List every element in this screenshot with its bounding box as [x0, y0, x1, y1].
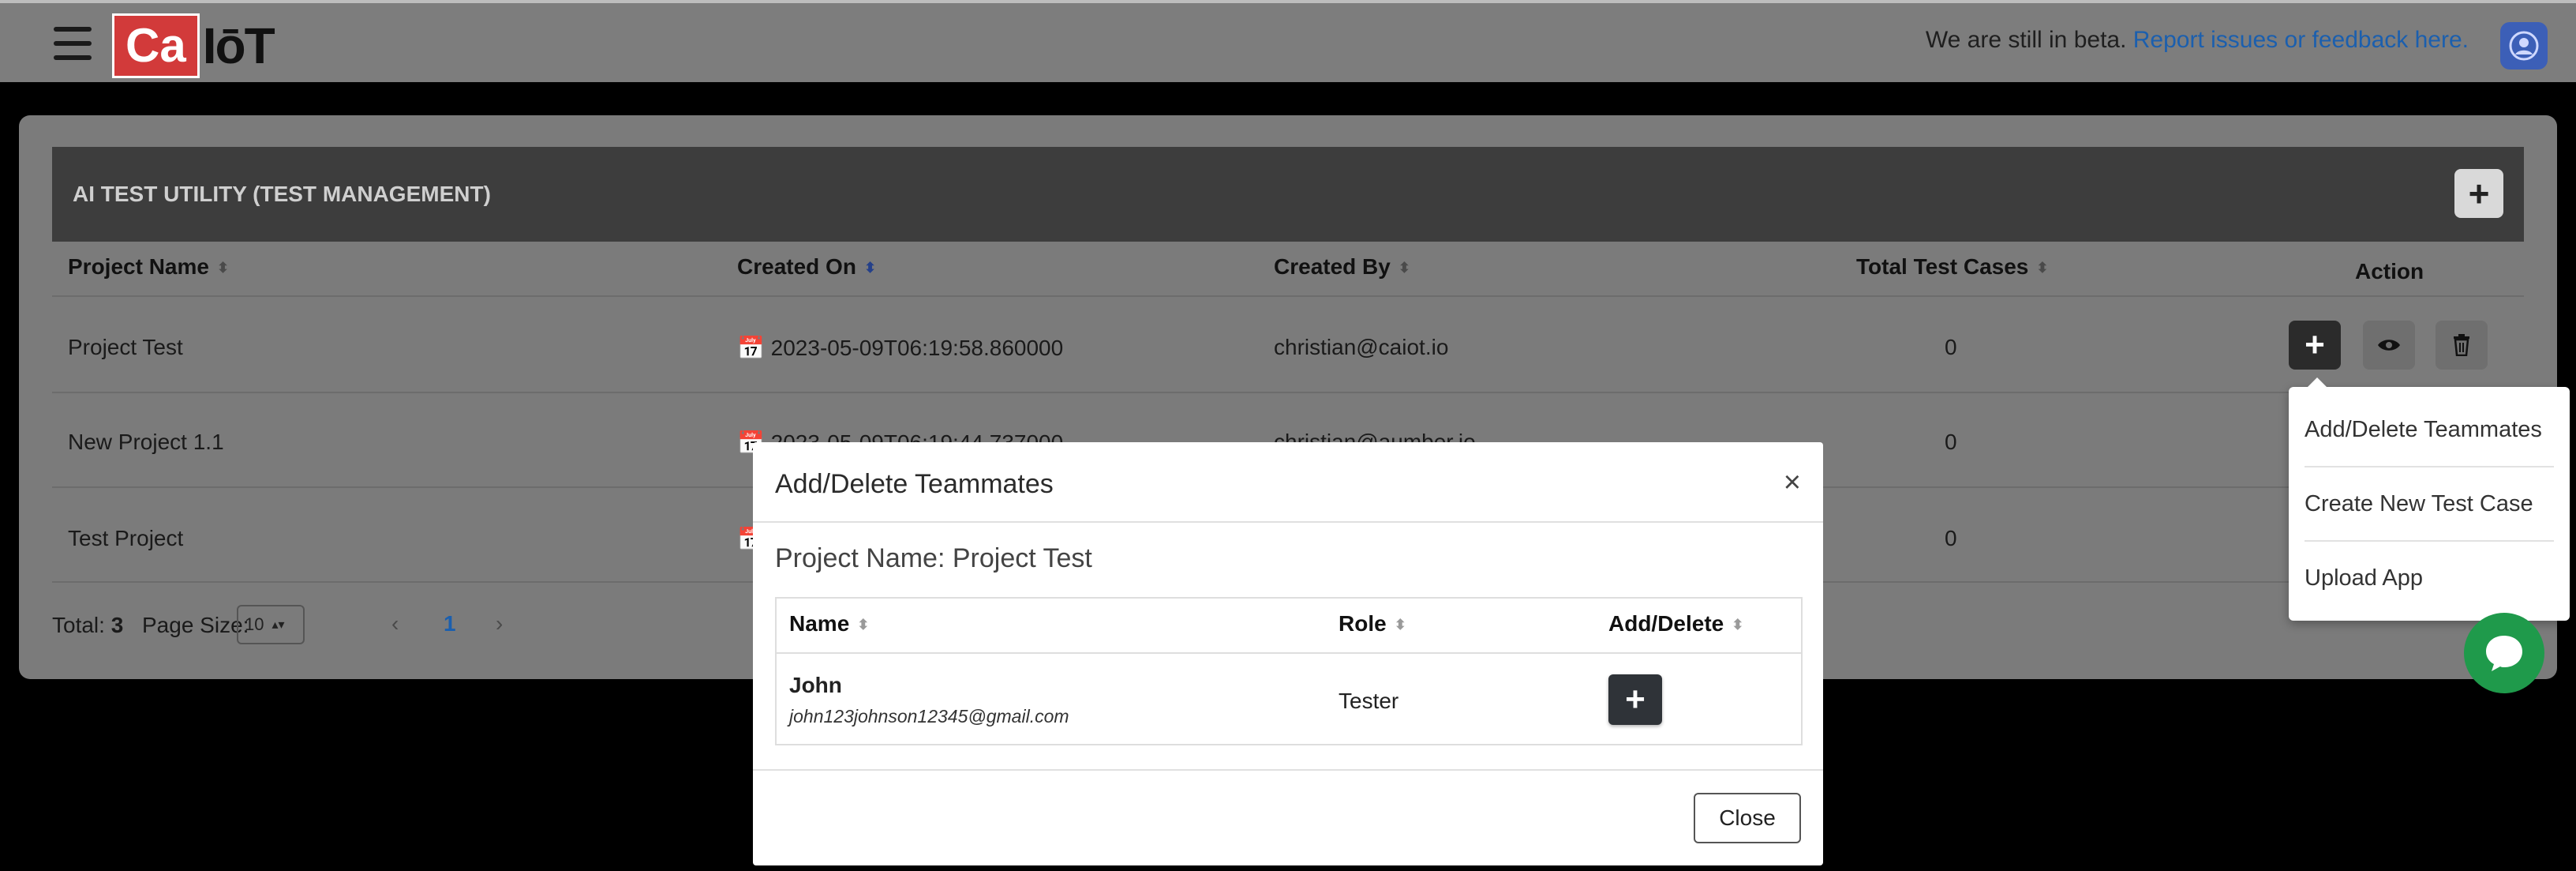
row-total-test-cases: 0	[1945, 526, 1957, 550]
hamburger-menu-icon[interactable]	[54, 27, 92, 62]
teammate-name: John	[789, 673, 842, 697]
column-header-project-name[interactable]: Project Name ⬍	[68, 254, 229, 280]
column-header-role[interactable]: Role ⬍	[1339, 611, 1406, 636]
total-label: Total:	[52, 613, 105, 637]
add-project-button[interactable]: +	[2454, 169, 2503, 218]
logo-ca-text: Ca	[112, 13, 200, 78]
calendar-icon: 📅	[737, 336, 765, 360]
beta-notice: We are still in beta. Report issues or f…	[1926, 27, 2469, 54]
row-project-name: Test Project	[68, 526, 184, 550]
column-label: Role	[1339, 611, 1387, 636]
column-label: Total Test Cases	[1856, 254, 2029, 279]
menu-divider	[2305, 466, 2554, 467]
top-header: Ca IōT We are still in beta. Report issu…	[0, 0, 2576, 82]
total-value: 3	[110, 613, 124, 637]
teammate-email: john123johnson12345@gmail.com	[789, 706, 1069, 726]
page-size-label: Page Size:	[142, 613, 249, 637]
column-header-created-on[interactable]: Created On ⬍	[737, 254, 876, 280]
row-project-name: Project Test	[68, 335, 183, 359]
sort-icon: ⬍	[1394, 617, 1406, 633]
row-total-test-cases: 0	[1945, 335, 1957, 359]
sort-icon: ⬍	[857, 617, 870, 633]
table-divider	[775, 652, 1803, 654]
view-eye-icon[interactable]	[2363, 321, 2415, 370]
row-divider	[52, 392, 2524, 393]
total-count: Total: 3	[52, 613, 123, 638]
user-avatar-icon[interactable]	[2500, 22, 2548, 69]
menu-item-create-test-case[interactable]: Create New Test Case	[2305, 491, 2533, 517]
chat-bubble-icon[interactable]	[2464, 613, 2544, 693]
teammate-role: Tester	[1339, 689, 1399, 713]
column-header-action: Action	[2355, 259, 2424, 283]
column-label: Name	[789, 611, 850, 636]
menu-item-add-delete-teammates[interactable]: Add/Delete Teammates	[2305, 417, 2542, 443]
column-label: Add/Delete	[1608, 611, 1724, 636]
delete-trash-icon[interactable]	[2436, 321, 2488, 370]
page-size-select[interactable]: 10 ▴▾	[237, 605, 305, 644]
column-header-name[interactable]: Name ⬍	[789, 611, 869, 636]
action-dropdown-menu: Add/Delete Teammates Create New Test Cas…	[2289, 377, 2570, 621]
menu-item-upload-app[interactable]: Upload App	[2305, 565, 2423, 591]
column-header-created-by[interactable]: Created By ⬍	[1274, 254, 1410, 280]
row-created-on: 📅 2023-05-09T06:19:58.860000	[737, 335, 1063, 361]
modal-project-name: Project Name: Project Test	[775, 543, 1092, 573]
logo-iot-text: IōT	[202, 17, 275, 74]
column-label: Created By	[1274, 254, 1391, 279]
sort-icon: ⬍	[1732, 617, 1744, 633]
beta-text: We are still in beta.	[1925, 27, 2127, 53]
prev-page-button[interactable]: ‹	[391, 611, 399, 636]
modal-divider	[753, 769, 1823, 771]
modal-title: Add/Delete Teammates	[775, 469, 1054, 499]
sort-icon: ⬍	[2036, 260, 2049, 276]
menu-divider	[2305, 540, 2554, 542]
sort-icon: ⬍	[1398, 260, 1410, 276]
column-label: Created On	[737, 254, 856, 279]
row-created-by: christian@caiot.io	[1274, 335, 1449, 359]
close-icon[interactable]: ×	[1784, 466, 1801, 500]
column-header-add-delete[interactable]: Add/Delete ⬍	[1608, 611, 1743, 636]
page-size-value: 10	[245, 614, 264, 634]
feedback-link[interactable]: Report issues or feedback here.	[2133, 27, 2469, 53]
modal-divider	[753, 521, 1823, 523]
card-title: AI TEST UTILITY (TEST MANAGEMENT)	[73, 182, 491, 206]
row-project-name: New Project 1.1	[68, 430, 224, 454]
sort-icon: ⬍	[863, 260, 877, 276]
row-total-test-cases: 0	[1945, 430, 1957, 454]
caiot-logo[interactable]: Ca IōT	[112, 13, 275, 78]
row-divider	[52, 295, 2524, 297]
sort-icon: ⬍	[216, 260, 230, 276]
row-add-action-button[interactable]: +	[2289, 321, 2341, 370]
page-number-button[interactable]: 1	[444, 611, 456, 636]
select-arrows-icon: ▴▾	[271, 618, 285, 632]
column-header-total-test-cases[interactable]: Total Test Cases ⬍	[1856, 254, 2048, 280]
add-delete-teammates-modal: Add/Delete Teammates × Project Name: Pro…	[753, 442, 1823, 865]
card-header: AI TEST UTILITY (TEST MANAGEMENT) +	[52, 147, 2524, 242]
add-teammate-button[interactable]: +	[1608, 674, 1662, 725]
created-on-text: 2023-05-09T06:19:58.860000	[770, 336, 1064, 360]
column-label: Project Name	[68, 254, 209, 279]
close-button[interactable]: Close	[1694, 793, 1801, 843]
next-page-button[interactable]: ›	[496, 611, 503, 636]
